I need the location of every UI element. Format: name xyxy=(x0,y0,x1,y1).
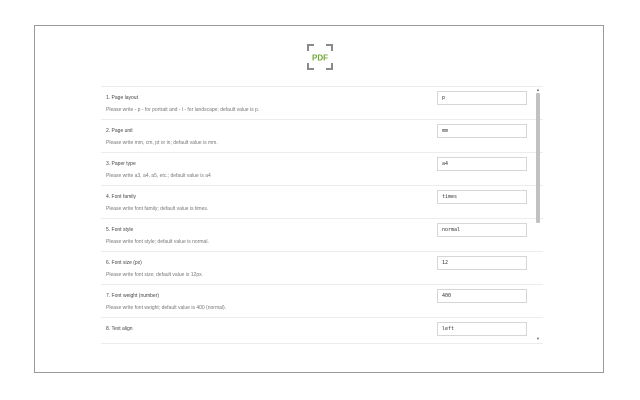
setting-title: 3. Paper type xyxy=(106,161,136,167)
settings-list: 1. Page layout Please write - p - for po… xyxy=(101,86,543,344)
setting-page-layout: 1. Page layout Please write - p - for po… xyxy=(101,87,543,120)
scroll-down-icon[interactable]: ▼ xyxy=(535,336,541,341)
page-unit-input[interactable]: mm xyxy=(437,124,527,138)
pdf-logo-text: PDF xyxy=(312,54,328,63)
setting-title: 8. Text align xyxy=(106,326,133,332)
setting-title: 1. Page layout xyxy=(106,95,138,101)
setting-title: 2. Page unit xyxy=(106,128,133,134)
font-size-input[interactable]: 12 xyxy=(437,256,527,270)
font-weight-input[interactable]: 400 xyxy=(437,289,527,303)
setting-title: 4. Font family xyxy=(106,194,137,200)
options-window: PDF 1. Page layout Please write - p - fo… xyxy=(34,25,604,373)
page-layout-input[interactable]: p xyxy=(437,91,527,105)
setting-font-family: 4. Font family Please write font family;… xyxy=(101,186,543,219)
setting-page-unit: 2. Page unit Please write mm, cm, pt or … xyxy=(101,120,543,153)
setting-hint: Please write mm, cm, pt or in; default v… xyxy=(106,140,218,146)
setting-font-style: 5. Font style Please write font style; d… xyxy=(101,219,543,252)
setting-hint: Please write font weight; default value … xyxy=(106,305,227,311)
setting-font-size: 6. Font size (px) Please write font size… xyxy=(101,252,543,285)
setting-hint: Please write font family; default value … xyxy=(106,206,209,212)
paper-type-input[interactable]: a4 xyxy=(437,157,527,171)
setting-text-align: 8. Text align left xyxy=(101,318,543,343)
scroll-thumb[interactable] xyxy=(536,93,540,223)
setting-font-weight: 7. Font weight (number) Please write fon… xyxy=(101,285,543,318)
setting-hint: Please write a3, a4, a5, etc.; default v… xyxy=(106,173,211,179)
setting-hint: Please write - p - for portrait and - l … xyxy=(106,107,260,113)
setting-hint: Please write font style; default value i… xyxy=(106,239,209,245)
setting-title: 6. Font size (px) xyxy=(106,260,142,266)
setting-title: 7. Font weight (number) xyxy=(106,293,160,299)
setting-hint: Please write font size; default value is… xyxy=(106,272,203,278)
text-align-input[interactable]: left xyxy=(437,322,527,336)
scroll-up-icon[interactable]: ▲ xyxy=(535,87,541,92)
settings-scrollbar[interactable]: ▲ ▼ xyxy=(535,87,541,341)
pdf-logo-icon: PDF xyxy=(307,44,333,70)
setting-title: 5. Font style xyxy=(106,227,134,233)
font-style-input[interactable]: normal xyxy=(437,223,527,237)
font-family-input[interactable]: times xyxy=(437,190,527,204)
setting-paper-type: 3. Paper type Please write a3, a4, a5, e… xyxy=(101,153,543,186)
